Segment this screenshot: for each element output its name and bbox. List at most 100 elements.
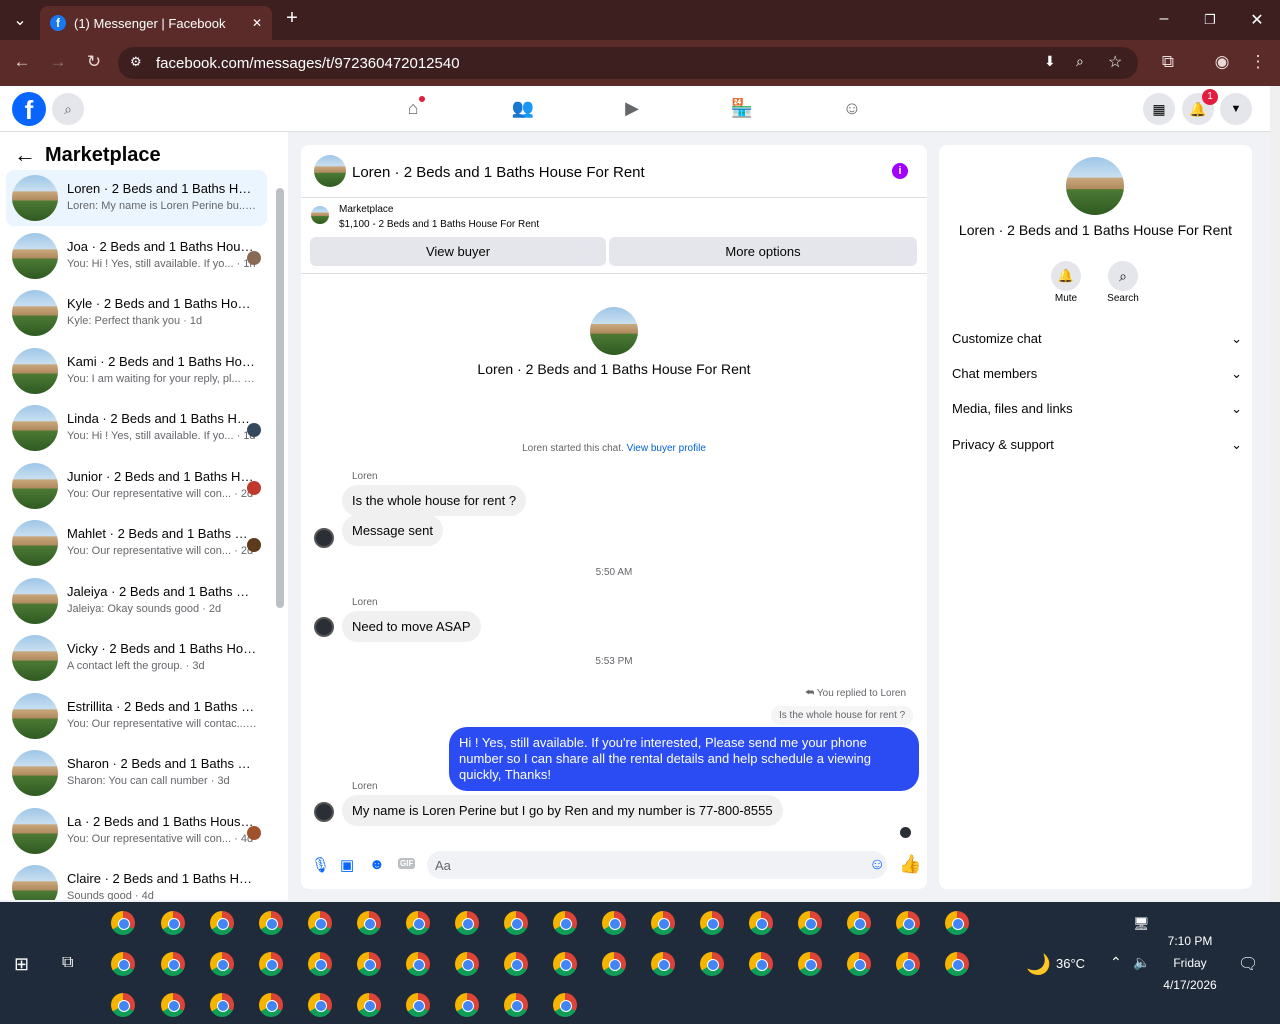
new-tab-icon[interactable]: + xyxy=(280,7,304,30)
message-bubble[interactable]: My name is Loren Perine but I go by Ren … xyxy=(342,795,783,826)
menu-grid-icon[interactable]: ▦ xyxy=(1143,93,1175,125)
task-view-icon[interactable]: ⧉ xyxy=(62,954,73,972)
tray-chevron-icon[interactable]: ⌃ xyxy=(1110,954,1122,971)
home-icon[interactable]: ⌂ xyxy=(401,96,425,120)
taskbar-app-icon[interactable] xyxy=(308,911,332,935)
conversation-item[interactable]: Kami · 2 Beds and 1 Baths House For Rent… xyxy=(6,343,267,399)
taskbar-app-icon[interactable] xyxy=(161,911,185,935)
page-scrollbar[interactable] xyxy=(1270,86,1280,902)
extensions-icon[interactable]: ⧉ xyxy=(1156,52,1180,72)
reload-icon[interactable]: ↻ xyxy=(82,52,106,72)
taskbar-app-icon[interactable] xyxy=(259,993,283,1017)
back-arrow-icon[interactable]: ← xyxy=(14,142,36,168)
quoted-message[interactable]: Is the whole house for rent ? xyxy=(771,706,914,725)
weather-temp[interactable]: 36°C xyxy=(1056,956,1085,971)
profile-avatar[interactable] xyxy=(590,307,638,355)
taskbar-app-icon[interactable] xyxy=(700,911,724,935)
taskbar-app-icon[interactable] xyxy=(111,911,135,935)
conversation-item[interactable]: Mahlet · 2 Beds and 1 Baths House For Re… xyxy=(6,515,267,571)
search-in-chat-icon[interactable]: ⌕ xyxy=(1108,261,1138,291)
message-input[interactable]: Aa ☺ xyxy=(427,851,887,879)
conversation-item[interactable]: Estrillita · 2 Beds and 1 Baths House Fo… xyxy=(6,688,267,744)
chat-members-section[interactable]: Chat members ⌄ xyxy=(952,366,1242,382)
conversation-list-scrollbar[interactable] xyxy=(276,188,284,608)
media-files-links-section[interactable]: Media, files and links ⌄ xyxy=(952,401,1242,417)
privacy-support-section[interactable]: Privacy & support ⌄ xyxy=(952,437,1242,453)
tab-close-icon[interactable]: ✕ xyxy=(252,16,262,30)
taskbar-app-icon[interactable] xyxy=(553,911,577,935)
conversation-item[interactable]: Claire · 2 Beds and 1 Baths House For Re… xyxy=(6,860,267,900)
view-buyer-button[interactable]: View buyer xyxy=(310,237,606,266)
window-close-icon[interactable]: ✕ xyxy=(1245,10,1269,30)
details-avatar[interactable] xyxy=(1066,157,1124,215)
taskbar-app-icon[interactable] xyxy=(504,911,528,935)
taskbar-app-icon[interactable] xyxy=(700,952,724,976)
view-buyer-profile-link[interactable]: View buyer profile xyxy=(627,443,706,454)
taskbar-app-icon[interactable] xyxy=(651,911,675,935)
taskbar-app-icon[interactable] xyxy=(896,911,920,935)
taskbar-app-icon[interactable] xyxy=(749,952,773,976)
taskbar-app-icon[interactable] xyxy=(308,952,332,976)
sticker-icon[interactable]: ☻ xyxy=(369,856,385,873)
install-app-icon[interactable]: ⬇ xyxy=(1044,53,1056,70)
minimize-icon[interactable]: – xyxy=(1152,10,1176,28)
taskbar-app-icon[interactable] xyxy=(896,952,920,976)
message-bubble[interactable]: Need to move ASAP xyxy=(342,611,481,642)
like-icon[interactable]: 👍 xyxy=(899,854,921,875)
photo-icon[interactable]: ▣ xyxy=(340,856,354,874)
taskbar-app-icon[interactable] xyxy=(357,952,381,976)
chat-header-avatar[interactable] xyxy=(314,155,346,187)
notification-center-icon[interactable]: 🗨 xyxy=(1238,954,1258,974)
gif-icon[interactable]: GIF xyxy=(398,858,416,869)
taskbar-app-icon[interactable] xyxy=(406,911,430,935)
taskbar-app-icon[interactable] xyxy=(210,993,234,1017)
forward-icon[interactable]: → xyxy=(46,52,70,72)
taskbar-app-icon[interactable] xyxy=(161,993,185,1017)
conversation-item[interactable]: Junior · 2 Beds and 1 Baths House For Re… xyxy=(6,458,267,514)
taskbar-app-icon[interactable] xyxy=(259,952,283,976)
conversation-item[interactable]: La · 2 Beds and 1 Baths House For Rent Yo… xyxy=(6,803,267,859)
message-bubble[interactable]: Is the whole house for rent ? xyxy=(342,485,527,516)
chat-title[interactable]: Loren · 2 Beds and 1 Baths House For Ren… xyxy=(352,164,645,181)
browser-menu-icon[interactable]: ⋮ xyxy=(1246,52,1270,72)
more-options-button[interactable]: More options xyxy=(609,237,917,266)
sender-avatar[interactable] xyxy=(314,528,334,548)
groups-icon[interactable]: ☺ xyxy=(840,98,864,120)
network-icon[interactable]: 🖥 xyxy=(1133,916,1150,932)
browser-tab[interactable]: f (1) Messenger | Facebook ✕ xyxy=(40,6,272,40)
conversation-item[interactable]: Kyle · 2 Beds and 1 Baths House For Rent… xyxy=(6,285,267,341)
info-icon[interactable]: i xyxy=(892,163,908,179)
taskbar-app-icon[interactable] xyxy=(161,952,185,976)
listing-thumbnail[interactable] xyxy=(311,206,329,224)
video-icon[interactable]: ▶ xyxy=(620,98,644,120)
conversation-item[interactable]: Linda · 2 Beds and 1 Baths House For Ren… xyxy=(6,400,267,456)
customize-chat-section[interactable]: Customize chat ⌄ xyxy=(952,331,1242,347)
site-info-icon[interactable]: ⚙ xyxy=(130,54,142,70)
taskbar-app-icon[interactable] xyxy=(945,952,969,976)
taskbar-app-icon[interactable] xyxy=(602,911,626,935)
taskbar-app-icon[interactable] xyxy=(749,911,773,935)
bookmark-star-icon[interactable]: ☆ xyxy=(1108,52,1122,72)
taskbar-app-icon[interactable] xyxy=(308,993,332,1017)
account-menu-icon[interactable]: ▼ xyxy=(1220,93,1252,125)
conversation-item[interactable]: Jaleiya · 2 Beds and 1 Baths House For R… xyxy=(6,573,267,629)
taskbar-app-icon[interactable] xyxy=(553,993,577,1017)
volume-icon[interactable]: 🔈 xyxy=(1133,954,1150,971)
taskbar-app-icon[interactable] xyxy=(553,952,577,976)
taskbar-app-icon[interactable] xyxy=(259,911,283,935)
conversation-item[interactable]: Vicky · 2 Beds and 1 Baths House For Ren… xyxy=(6,630,267,686)
microphone-icon[interactable]: 🎙 xyxy=(311,856,330,874)
taskbar-app-icon[interactable] xyxy=(798,911,822,935)
taskbar-app-icon[interactable] xyxy=(406,993,430,1017)
taskbar-app-icon[interactable] xyxy=(798,952,822,976)
windows-start-icon[interactable]: ⊞ xyxy=(14,954,29,975)
taskbar-app-icon[interactable] xyxy=(455,952,479,976)
taskbar-app-icon[interactable] xyxy=(504,952,528,976)
taskbar-app-icon[interactable] xyxy=(111,952,135,976)
conversation-item[interactable]: Joa · 2 Beds and 1 Baths House For Rent Y… xyxy=(6,228,267,284)
friends-icon[interactable]: 👥 xyxy=(511,98,535,120)
taskbar-app-icon[interactable] xyxy=(455,911,479,935)
sender-avatar[interactable] xyxy=(314,617,334,637)
taskbar-app-icon[interactable] xyxy=(210,952,234,976)
taskbar-app-icon[interactable] xyxy=(210,911,234,935)
